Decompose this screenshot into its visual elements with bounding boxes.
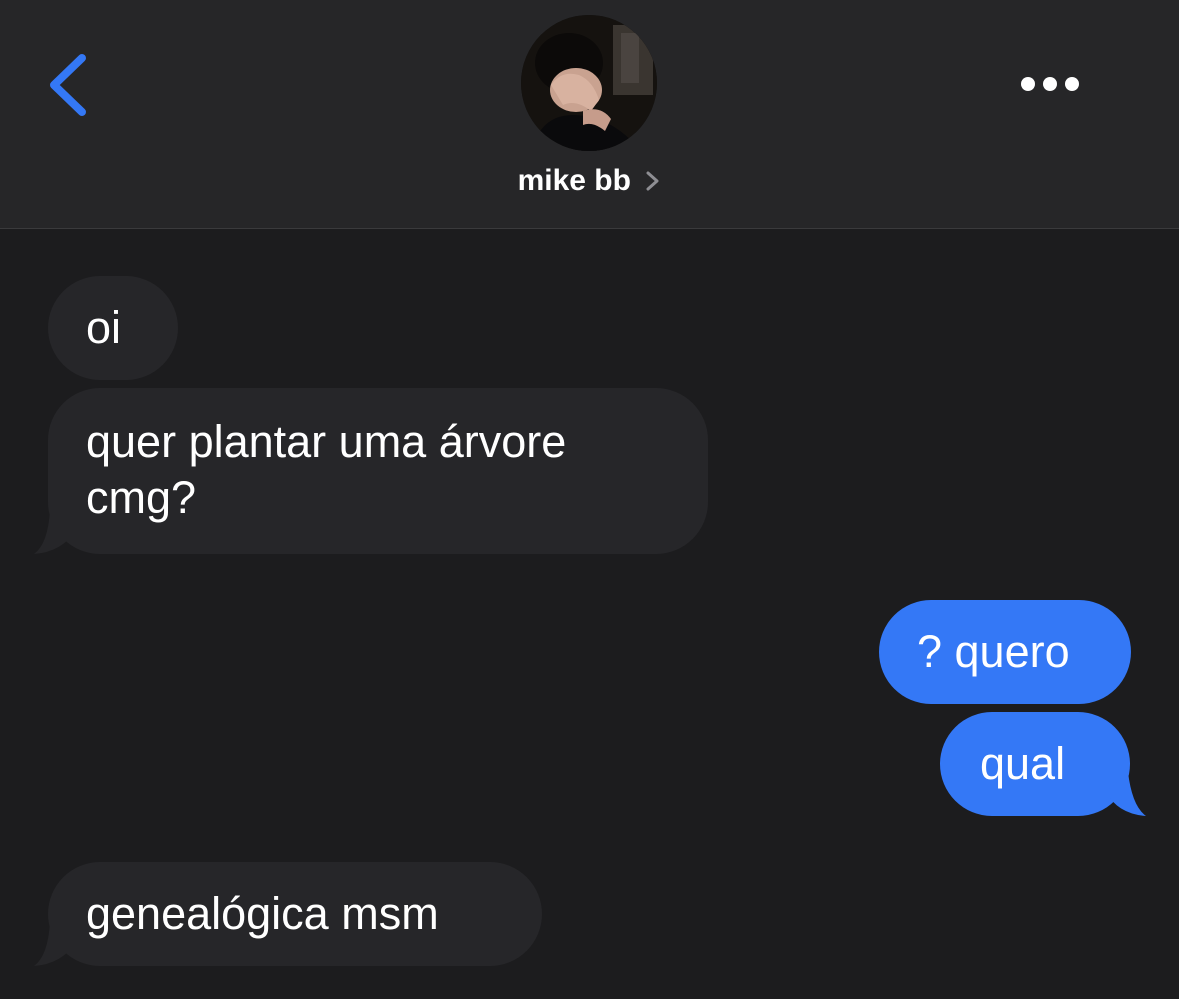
message-text: oi: [86, 302, 122, 353]
more-options-button[interactable]: [1012, 66, 1092, 102]
bubble-tail: [34, 922, 76, 966]
message-bubble-incoming[interactable]: quer plantar uma árvore cmg?: [48, 388, 708, 554]
message-bubble-incoming[interactable]: oi: [48, 276, 178, 380]
bubble-tail: [34, 510, 76, 554]
ellipsis-icon: [1021, 77, 1079, 91]
contact-name-button[interactable]: mike bb: [0, 164, 1179, 198]
contact-name: mike bb: [517, 164, 631, 197]
contact-photo: [521, 15, 657, 151]
message-text: ? quero: [917, 626, 1070, 677]
conversation-header: mike bb: [0, 0, 1179, 229]
bubble-tail: [1106, 772, 1146, 816]
message-text: genealógica msm: [86, 888, 439, 939]
chevron-right-icon: [646, 171, 659, 191]
avatar[interactable]: [521, 15, 657, 151]
messages-screen: mike bb oi quer plantar uma árvore cmg? …: [0, 0, 1179, 999]
message-bubble-incoming[interactable]: genealógica msm: [48, 862, 542, 966]
chevron-left-icon: [50, 54, 86, 116]
message-text: quer plantar uma árvore cmg?: [86, 416, 567, 523]
back-button[interactable]: [38, 50, 98, 120]
message-bubble-outgoing[interactable]: ? quero: [879, 600, 1131, 704]
